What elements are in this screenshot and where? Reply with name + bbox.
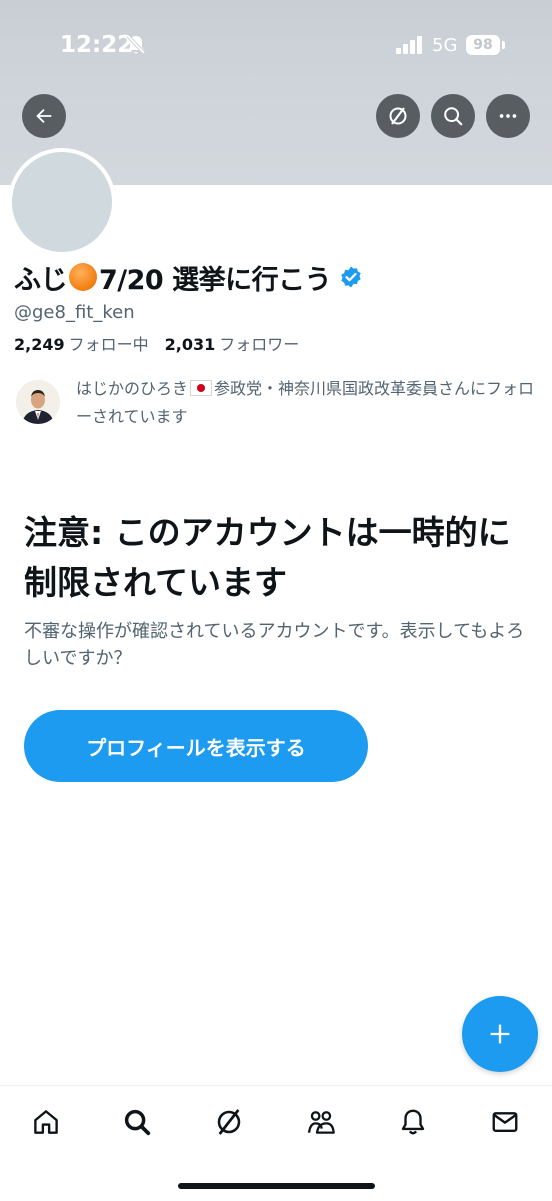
tab-notifications[interactable] <box>389 1102 437 1142</box>
display-name-prefix: ふじ <box>14 264 68 296</box>
display-name: ふじ 7/20 選挙に行こう <box>14 258 363 296</box>
followed-by-name: はじかのひろき <box>76 379 189 398</box>
japan-flag-icon <box>190 380 213 396</box>
messages-icon <box>492 1112 518 1132</box>
profile-handle: @ge8_fit_ken <box>14 302 135 323</box>
orange-circle-emoji <box>69 263 97 291</box>
followed-by-avatar[interactable] <box>16 380 60 424</box>
follow-stats: 2,249 フォロー中 2,031 フォロワー <box>14 331 299 355</box>
compose-button[interactable] <box>462 996 538 1072</box>
tab-search[interactable] <box>113 1102 161 1142</box>
grok-icon <box>217 1109 241 1135</box>
more-horizontal-icon <box>499 114 517 118</box>
restriction-description: 不審な操作が確認されているアカウントです。表示してもよろしいですか？ <box>24 621 525 669</box>
followers-count: 2,031 <box>164 335 216 354</box>
tab-communities[interactable] <box>297 1102 345 1142</box>
grok-button[interactable] <box>376 94 420 138</box>
search-button[interactable] <box>431 94 475 138</box>
search-icon <box>124 1109 151 1136</box>
view-profile-button[interactable]: プロフィールを表示する <box>24 710 368 782</box>
arrow-left-icon <box>36 108 52 124</box>
followers-label: フォロワー <box>219 335 300 354</box>
person-photo-icon <box>16 380 60 424</box>
slash-circle-icon <box>389 107 407 125</box>
followers-link[interactable]: 2,031 フォロワー <box>165 331 300 355</box>
verified-badge-icon[interactable] <box>339 265 363 289</box>
profile-avatar[interactable] <box>8 148 116 256</box>
tab-messages[interactable] <box>481 1102 529 1142</box>
status-bar: 12:22 5G 98 <box>0 0 552 90</box>
battery-level: 98 <box>466 35 500 55</box>
communities-icon <box>307 1111 335 1134</box>
restriction-title: 注意: このアカウントは一時的に制限されています <box>24 513 511 602</box>
status-time: 12:22 <box>60 32 134 58</box>
home-indicator <box>178 1183 375 1189</box>
bell-muted-icon <box>126 34 146 60</box>
search-icon <box>444 107 463 126</box>
tab-grok[interactable] <box>205 1102 253 1142</box>
followed-by-text[interactable]: はじかのひろき 参政党・神奈川県国政改革委員さんにフォローされています <box>76 375 542 431</box>
signal-icon <box>396 36 424 58</box>
back-button[interactable] <box>22 94 66 138</box>
following-label: フォロー中 <box>68 335 149 354</box>
battery-nub <box>502 41 505 49</box>
notifications-icon <box>401 1109 425 1135</box>
following-link[interactable]: 2,249 フォロー中 <box>14 331 149 355</box>
plus-icon <box>490 1024 510 1044</box>
more-button[interactable] <box>486 94 530 138</box>
home-icon <box>34 1110 58 1134</box>
display-name-suffix: 7/20 選挙に行こう <box>99 264 332 296</box>
following-count: 2,249 <box>14 335 65 354</box>
network-label: 5G <box>432 35 458 56</box>
view-profile-label: プロフィールを表示する <box>86 735 306 760</box>
tab-home[interactable] <box>22 1102 70 1142</box>
